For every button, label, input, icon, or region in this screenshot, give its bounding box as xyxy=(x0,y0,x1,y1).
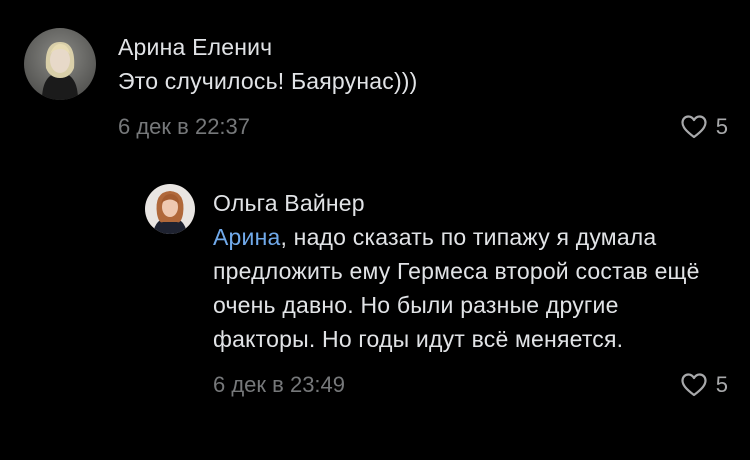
reply-text: Арина, надо сказать по типажу я думала п… xyxy=(213,220,713,356)
avatar[interactable] xyxy=(145,184,195,234)
reply-time[interactable]: 6 дек в 23:49 xyxy=(213,372,345,397)
heart-icon xyxy=(681,373,707,397)
comment-author[interactable]: Арина Еленич xyxy=(118,30,728,64)
like-count: 5 xyxy=(715,114,728,139)
like-count: 5 xyxy=(715,372,728,397)
reply-meta: 6 дек в 23:49 5 xyxy=(213,368,728,402)
like-button[interactable]: 5 xyxy=(680,110,728,144)
comment-text: Это случилось! Баярунас))) xyxy=(118,68,418,94)
avatar[interactable] xyxy=(24,28,96,100)
comment-time[interactable]: 6 дек в 22:37 xyxy=(118,114,250,139)
mention-link[interactable]: Арина xyxy=(213,224,280,250)
reply-text-body: , надо сказать по типажу я думала предло… xyxy=(213,224,700,352)
like-button[interactable]: 5 xyxy=(680,368,728,402)
comment-meta: 6 дек в 22:37 5 xyxy=(118,110,728,144)
reply-author[interactable]: Ольга Вайнер xyxy=(213,186,728,220)
heart-icon xyxy=(681,115,707,139)
